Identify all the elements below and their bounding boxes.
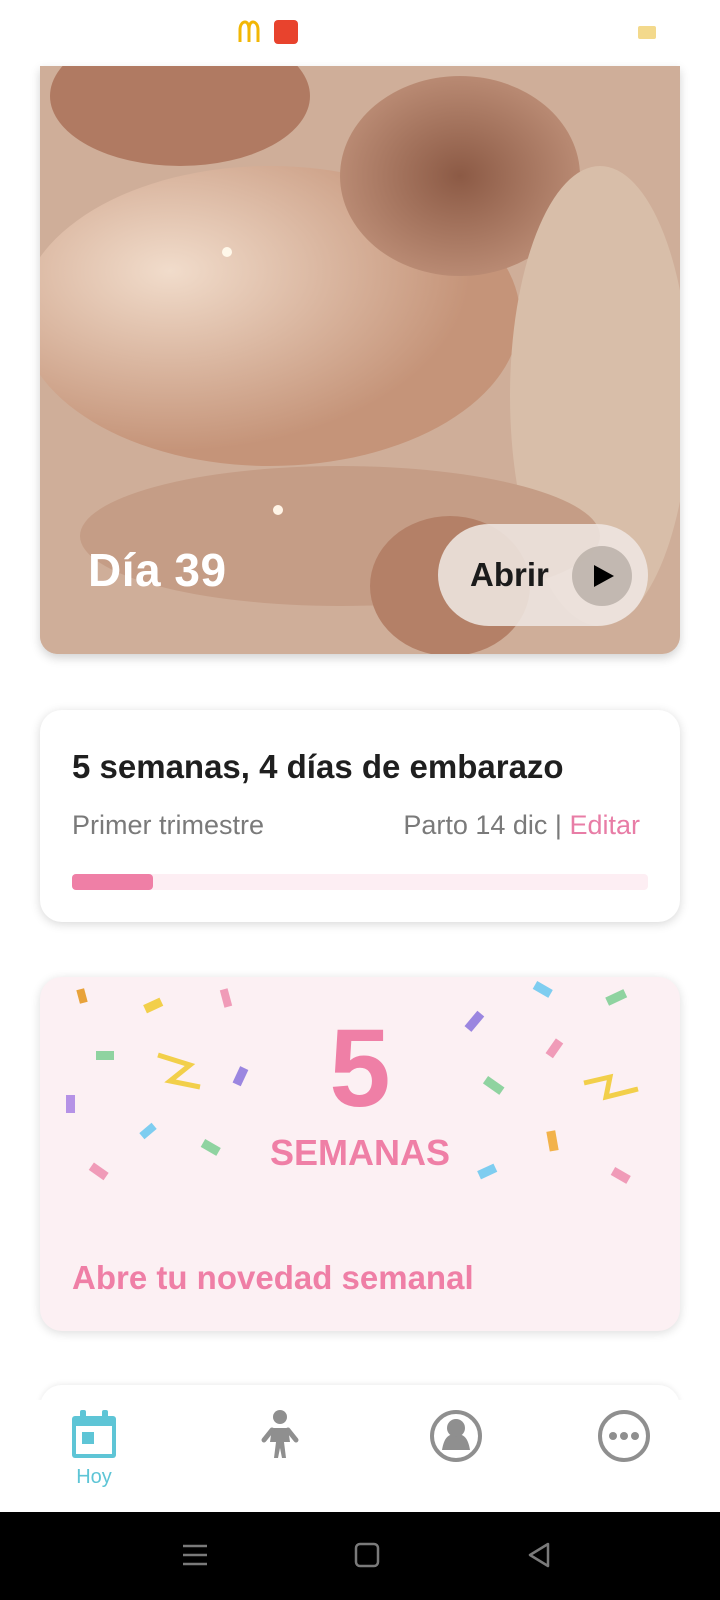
home-icon[interactable] <box>352 1540 382 1570</box>
edit-link[interactable]: Editar <box>569 810 640 840</box>
weekly-update-link[interactable]: Abre tu novedad semanal <box>72 1259 474 1297</box>
pregnancy-progress-bar <box>72 874 648 890</box>
weekly-update-card[interactable]: 5 SEMANAS Abre tu novedad semanal <box>40 977 680 1331</box>
nav-tab-community[interactable] <box>396 1408 516 1508</box>
baby-icon <box>261 1410 299 1458</box>
nav-tab-baby[interactable] <box>220 1408 340 1508</box>
trimester-label: Primer trimestre <box>72 810 265 840</box>
nav-tab-more[interactable] <box>564 1408 684 1508</box>
open-button[interactable]: Abrir <box>438 524 648 626</box>
nav-tab-today-label: Hoy <box>76 1466 112 1488</box>
more-icon <box>598 1410 650 1462</box>
battery-icon <box>638 26 656 39</box>
mcdonalds-notification-icon <box>238 20 260 42</box>
pregnancy-progress-fill <box>72 874 153 890</box>
back-icon[interactable] <box>524 1540 554 1570</box>
status-bar <box>0 0 720 66</box>
day-counter: Día 39 <box>88 544 227 596</box>
week-number: 5 <box>329 1007 391 1130</box>
pregnancy-duration-title: 5 semanas, 4 días de embarazo <box>72 748 564 785</box>
pregnancy-status-card[interactable]: 5 semanas, 4 días de embarazo Primer tri… <box>40 710 680 922</box>
due-date-row: Parto 14 dic | Editar <box>403 810 640 841</box>
community-avatar-icon <box>430 1410 482 1462</box>
calendar-icon <box>72 1410 116 1458</box>
menu-icon[interactable] <box>180 1540 210 1570</box>
bottom-navigation: Hoy <box>0 1400 720 1512</box>
system-navigation-bar <box>0 1512 720 1600</box>
play-icon <box>572 546 632 606</box>
week-unit-label: SEMANAS <box>269 1132 451 1173</box>
open-button-label: Abrir <box>470 556 549 593</box>
embryo-hero-card[interactable]: Día 39 Abrir <box>40 66 680 654</box>
shopping-app-notification-icon <box>274 20 298 44</box>
nav-tab-today[interactable]: Hoy <box>34 1408 154 1508</box>
due-date-label: Parto 14 dic | <box>403 810 570 840</box>
